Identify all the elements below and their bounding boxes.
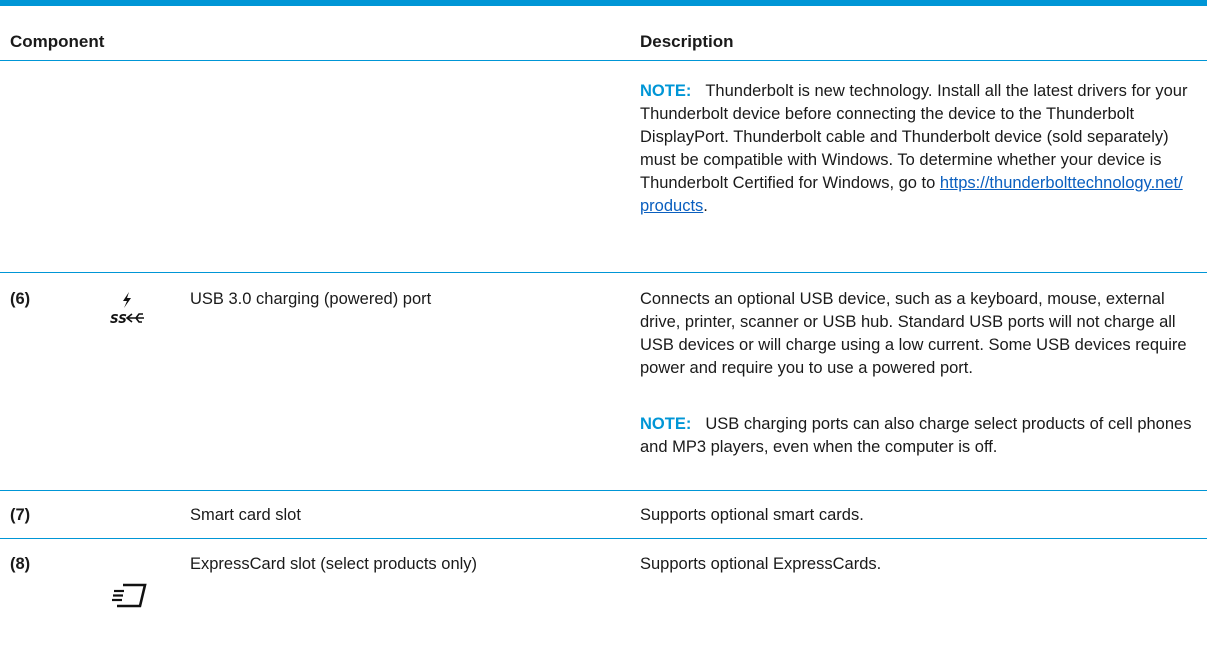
- row-number: (6): [10, 290, 31, 308]
- usb-superspeed-charging-icon: SS: [110, 292, 144, 326]
- top-accent-bar: [0, 0, 1207, 6]
- note-label: NOTE:: [640, 415, 692, 433]
- component-name: Smart card slot: [190, 506, 301, 524]
- row-divider: [0, 272, 1207, 273]
- component-description: Supports optional smart cards.: [640, 506, 864, 524]
- component-description: Supports optional ExpressCards.: [640, 555, 882, 573]
- svg-text:SS: SS: [110, 312, 127, 326]
- header-divider: [0, 60, 1207, 61]
- note-text: USB charging ports can also charge selec…: [640, 415, 1192, 456]
- row-divider: [0, 490, 1207, 491]
- column-header-description: Description: [640, 32, 734, 51]
- component-name: USB 3.0 charging (powered) port: [190, 290, 432, 308]
- note-label: NOTE:: [640, 82, 692, 100]
- row-number: (8): [10, 555, 31, 573]
- column-header-component: Component: [10, 32, 105, 51]
- row-number: (7): [10, 506, 31, 524]
- component-name: ExpressCard slot (select products only): [190, 555, 478, 573]
- usb-charging-note: NOTE: USB charging ports can also charge …: [640, 413, 1200, 459]
- row-divider: [0, 538, 1207, 539]
- table-header: Component Description: [0, 14, 1207, 60]
- expresscard-icon: [112, 583, 147, 608]
- component-description: Connects an optional USB device, such as…: [640, 290, 1187, 377]
- table-row-thunderbolt-note: NOTE: Thunderbolt is new technology. Inst…: [640, 82, 1188, 215]
